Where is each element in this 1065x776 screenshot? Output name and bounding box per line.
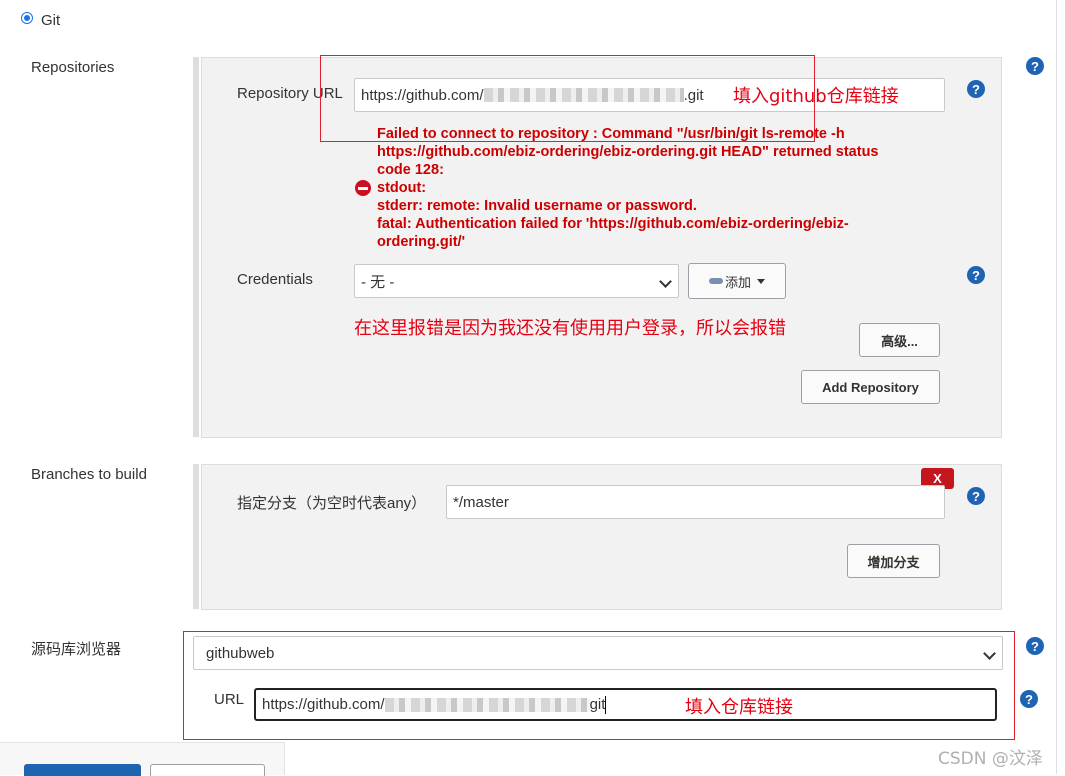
dropdown-caret-icon: [757, 278, 765, 284]
credentials-help-icon[interactable]: ?: [967, 266, 985, 284]
branch-help-icon[interactable]: ?: [967, 487, 985, 505]
error-line: https://github.com/ebiz-ordering/ebiz-or…: [377, 144, 879, 160]
apply-button[interactable]: [150, 764, 265, 776]
credentials-label: Credentials: [237, 271, 313, 288]
git-radio[interactable]: [21, 12, 33, 24]
credentials-selected-value: - 无 -: [361, 273, 395, 291]
repo-browser-label: 源码库浏览器: [31, 641, 122, 658]
repositories-help-icon[interactable]: ?: [1026, 57, 1044, 75]
error-line: code 128:: [377, 162, 444, 178]
branches-rail: [193, 464, 199, 609]
add-credentials-button[interactable]: 添加: [688, 263, 786, 299]
advanced-button[interactable]: 高级...: [859, 323, 940, 357]
repositories-section-label: Repositories: [31, 59, 115, 76]
chevron-down-icon: [659, 275, 672, 288]
branch-specifier-input[interactable]: */master: [446, 485, 945, 519]
add-repository-button[interactable]: Add Repository: [801, 370, 940, 404]
error-line: stderr: remote: Invalid username or pass…: [377, 198, 697, 214]
add-branch-button[interactable]: 增加分支: [847, 544, 940, 578]
repositories-rail: [193, 57, 199, 437]
watermark: CSDN @汶泽: [938, 749, 1043, 769]
add-credentials-label: 添加: [724, 274, 751, 290]
error-icon: [355, 180, 371, 196]
branches-section-label: Branches to build: [31, 466, 147, 483]
branch-specifier-label: 指定分支（为空时代表any）: [237, 495, 427, 512]
error-line: stdout:: [377, 180, 427, 196]
repository-error-message: Failed to connect to repository : Comman…: [377, 125, 977, 251]
repo-browser-help-icon[interactable]: ?: [1026, 637, 1044, 655]
credentials-select[interactable]: - 无 -: [354, 264, 679, 298]
repository-url-help-icon[interactable]: ?: [967, 80, 985, 98]
branch-specifier-value: */master: [453, 493, 509, 511]
error-line: Failed to connect to repository : Comman…: [377, 126, 845, 142]
browser-highlight-box: [183, 631, 1015, 740]
error-line: ordering.git/': [377, 234, 466, 250]
browser-url-help-icon[interactable]: ?: [1020, 690, 1038, 708]
error-line: fatal: Authentication failed for 'https:…: [377, 216, 849, 232]
key-icon: [708, 278, 723, 284]
git-label: Git: [41, 12, 61, 29]
credentials-annotation: 在这里报错是因为我还没有使用用户登录，所以会报错: [354, 318, 786, 339]
save-button[interactable]: [24, 764, 141, 776]
